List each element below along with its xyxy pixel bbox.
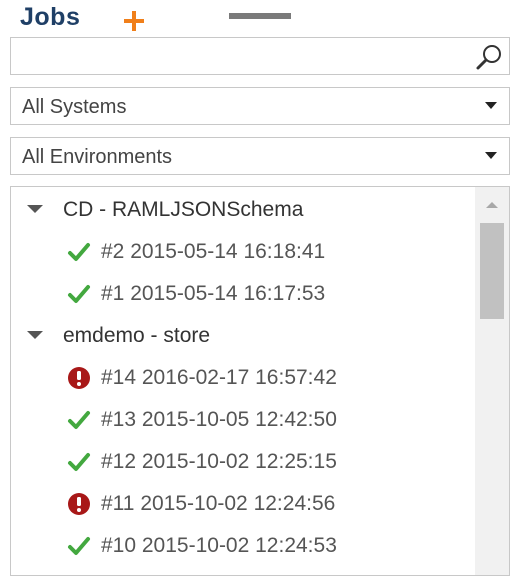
expand-triangle-icon[interactable] [27, 331, 43, 339]
add-job-button[interactable] [122, 9, 146, 33]
page-title: Jobs [20, 3, 81, 31]
job-item-label: #11 2015-10-02 12:24:56 [101, 492, 336, 515]
error-exclamation-icon [68, 493, 90, 515]
search-icon[interactable] [475, 43, 503, 71]
search-box [10, 37, 510, 75]
job-item-label: #10 2015-10-02 12:24:53 [101, 534, 337, 557]
job-item[interactable]: #14 2016-02-17 16:57:42 [11, 357, 471, 397]
job-item[interactable]: #2 2015-05-14 16:18:41 [11, 231, 471, 271]
job-item[interactable]: #13 2015-10-05 12:42:50 [11, 399, 471, 439]
job-item[interactable]: #12 2015-10-02 12:25:15 [11, 441, 471, 481]
minimize-icon [229, 13, 291, 19]
job-item-label: #13 2015-10-05 12:42:50 [101, 408, 337, 431]
search-input[interactable] [11, 38, 466, 74]
plus-icon [124, 11, 144, 31]
job-item-label: #12 2015-10-02 12:25:15 [101, 450, 337, 473]
job-item-label: #1 2015-05-14 16:17:53 [101, 282, 326, 305]
minimize-button[interactable] [229, 13, 291, 21]
success-check-icon [68, 453, 90, 471]
success-check-icon [68, 537, 90, 555]
expand-triangle-icon[interactable] [27, 205, 43, 213]
success-check-icon [68, 243, 90, 261]
system-filter-value: All Systems [22, 96, 127, 118]
success-check-icon [68, 411, 90, 429]
tree-group-label: emdemo - store [63, 324, 211, 347]
jobs-header: Jobs [0, 0, 517, 36]
job-item[interactable]: #11 2015-10-02 12:24:56 [11, 483, 471, 523]
job-item-label: #2 2015-05-14 16:18:41 [101, 240, 326, 263]
chevron-down-icon [485, 102, 497, 109]
tree-group[interactable]: CD - RAMLJSONSchema [11, 189, 471, 229]
jobs-tree: CD - RAMLJSONSchema #2 2015-05-14 16:18:4… [10, 186, 510, 576]
tree-group-label: CD - RAMLJSONSchema [63, 198, 304, 221]
job-item[interactable]: #10 2015-10-02 12:24:53 [11, 525, 471, 565]
job-item[interactable]: #1 2015-05-14 16:17:53 [11, 273, 471, 313]
system-filter-select[interactable]: All Systems [10, 87, 510, 125]
error-exclamation-icon [68, 367, 90, 389]
vertical-scrollbar[interactable] [475, 187, 509, 575]
job-item-label: #14 2016-02-17 16:57:42 [101, 366, 337, 389]
environment-filter-value: All Environments [22, 146, 173, 168]
tree-group[interactable]: emdemo - store [11, 315, 471, 355]
success-check-icon [68, 285, 90, 303]
chevron-down-icon [485, 152, 497, 159]
environment-filter-select[interactable]: All Environments [10, 137, 510, 175]
scrollbar-thumb[interactable] [480, 223, 504, 319]
scroll-up-icon[interactable] [486, 202, 498, 208]
